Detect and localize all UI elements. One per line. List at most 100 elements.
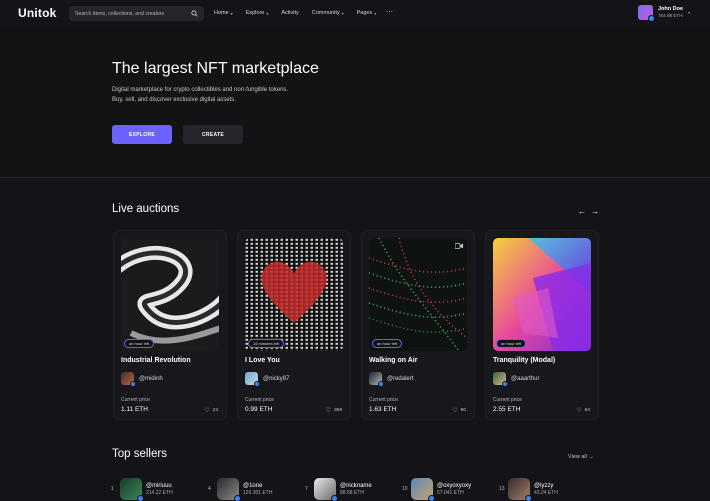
nav-home-label: Home [214, 10, 229, 16]
chevron-down-icon: ▾ [341, 10, 344, 16]
nft-artwork-industrial [121, 238, 219, 351]
top-header: Unitok Search items, collections, and cr… [0, 0, 710, 28]
seller-rank: 7 [305, 486, 308, 492]
auction-card[interactable]: 15 minutes left I Love You @nicky87 Curr… [237, 230, 351, 420]
likes[interactable]: ♡ 358 [326, 407, 342, 414]
site-logo[interactable]: Unitok [18, 6, 57, 20]
seller-item[interactable]: 4 @1one 129.301 ETH [208, 478, 272, 501]
avatar [411, 478, 435, 501]
price-value: 2.55 ETH [493, 406, 521, 413]
seller-item[interactable]: 10 @oxyoxyoxy 57.041 ETH [402, 478, 471, 501]
chevron-down-icon: ▾ [374, 10, 377, 16]
likes-count: 358 [333, 408, 342, 413]
seller-balance: 57.041 ETH [437, 489, 464, 496]
verified-badge-icon [525, 495, 532, 501]
search-icon[interactable] [191, 10, 198, 17]
auction-card[interactable]: an hour left Industrial Revolution @midi… [113, 230, 227, 420]
card-owner[interactable]: @redalert [369, 372, 414, 387]
seller-rank: 4 [208, 486, 211, 492]
view-all-link[interactable]: View all → [568, 454, 594, 460]
user-info: John Doe 784.89 ETH [658, 6, 683, 19]
more-menu-icon[interactable]: ⋯ [386, 8, 394, 16]
price-value: 0.99 ETH [245, 406, 273, 413]
auction-card[interactable]: an hour left Tranquility (Modal) @aaarth… [485, 230, 599, 420]
likes[interactable]: ♡ 64 [576, 407, 590, 414]
price-label: Current price [245, 397, 274, 403]
avatar [369, 372, 384, 387]
likes[interactable]: ♡ 23 [204, 407, 218, 414]
card-title[interactable]: Tranquility (Modal) [493, 357, 555, 364]
nft-image[interactable]: an hour left [493, 238, 591, 351]
seller-name: @miriuuu [146, 482, 172, 489]
seller-item[interactable]: 7 @nickname 88.58 ETH [305, 478, 372, 501]
likes[interactable]: ♡ 90 [452, 407, 466, 414]
nav-activity-label: Activity [281, 10, 299, 16]
seller-item[interactable]: 1 @miriuuu 214.22 ETH [111, 478, 173, 501]
nav-explore[interactable]: Explore ▾ [246, 10, 269, 16]
user-menu[interactable]: John Doe 784.89 ETH ▾ [638, 5, 691, 22]
time-left-badge: 15 minutes left [248, 339, 285, 348]
auction-card[interactable]: an hour left Walking on Air @redalert Cu… [361, 230, 475, 420]
chevron-down-icon: ▾ [688, 10, 691, 15]
hero-section: The largest NFT marketplace Digital mark… [0, 28, 710, 178]
explore-button[interactable]: EXPLORE [112, 125, 172, 144]
create-button[interactable]: CREATE [183, 125, 243, 144]
video-icon [455, 243, 463, 249]
card-owner[interactable]: @aaarthur [493, 372, 540, 387]
arrow-left-icon[interactable]: ← [578, 207, 586, 216]
nft-image[interactable]: 15 minutes left [245, 238, 343, 351]
search-input[interactable]: Search items, collections, and creators [69, 6, 204, 21]
verified-badge-icon [254, 381, 260, 387]
live-auctions-title: Live auctions [112, 203, 180, 215]
owner-name: @aaarthur [511, 375, 540, 382]
verified-badge-icon [502, 381, 508, 387]
hero-desc-line-2: Buy, sell, and discover exclusive digita… [112, 97, 236, 103]
heart-icon: ♡ [576, 408, 582, 414]
nft-image[interactable]: an hour left [121, 238, 219, 351]
nav-pages[interactable]: Pages ▾ [357, 10, 377, 16]
seller-rank: 1 [111, 486, 114, 492]
likes-count: 90 [460, 408, 466, 413]
card-owner[interactable]: @midinh [121, 372, 163, 387]
seller-info: @1one 129.301 ETH [243, 482, 272, 497]
nft-artwork-walking [369, 238, 467, 351]
card-title[interactable]: I Love You [245, 357, 280, 364]
carousel-arrows: ← → [578, 207, 599, 216]
seller-info: @nickname 88.58 ETH [340, 482, 372, 497]
card-title[interactable]: Walking on Air [369, 357, 417, 364]
seller-item[interactable]: 13 @lyzzy 43.24 ETH [499, 478, 558, 501]
avatar [508, 478, 532, 501]
price-label: Current price [369, 397, 398, 403]
hero-title: The largest NFT marketplace [112, 60, 319, 77]
nft-image[interactable]: an hour left [369, 238, 467, 351]
owner-name: @redalert [387, 375, 414, 382]
price-label: Current price [121, 397, 150, 403]
verified-badge-icon [130, 381, 136, 387]
nft-artwork-love [245, 238, 343, 351]
verified-badge-icon [648, 15, 655, 22]
verified-badge-icon [428, 495, 435, 501]
heart-icon: ♡ [204, 408, 210, 414]
nav-activity[interactable]: Activity [281, 10, 298, 16]
chevron-down-icon: ▾ [266, 10, 269, 16]
seller-info: @miriuuu 214.22 ETH [146, 482, 173, 497]
nav-community[interactable]: Community ▾ [312, 10, 344, 16]
nav-home[interactable]: Home ▾ [214, 10, 233, 16]
verified-badge-icon [378, 381, 384, 387]
heart-icon: ♡ [452, 408, 458, 414]
avatar [638, 5, 655, 22]
price-label: Current price [493, 397, 522, 403]
nav-explore-label: Explore [245, 10, 265, 16]
card-owner[interactable]: @nicky87 [245, 372, 289, 387]
verified-badge-icon [331, 495, 338, 501]
avatar [121, 372, 136, 387]
time-left-badge: an hour left [124, 339, 155, 348]
seller-balance: 129.301 ETH [243, 489, 273, 496]
card-title[interactable]: Industrial Revolution [121, 357, 191, 364]
seller-balance: 214.22 ETH [146, 489, 173, 496]
seller-rank: 13 [499, 486, 505, 492]
arrow-right-icon[interactable]: → [591, 207, 599, 216]
nav-pages-label: Pages [356, 10, 373, 16]
nft-artwork-tranquility [493, 238, 591, 351]
seller-info: @oxyoxyoxy 57.041 ETH [437, 482, 471, 497]
